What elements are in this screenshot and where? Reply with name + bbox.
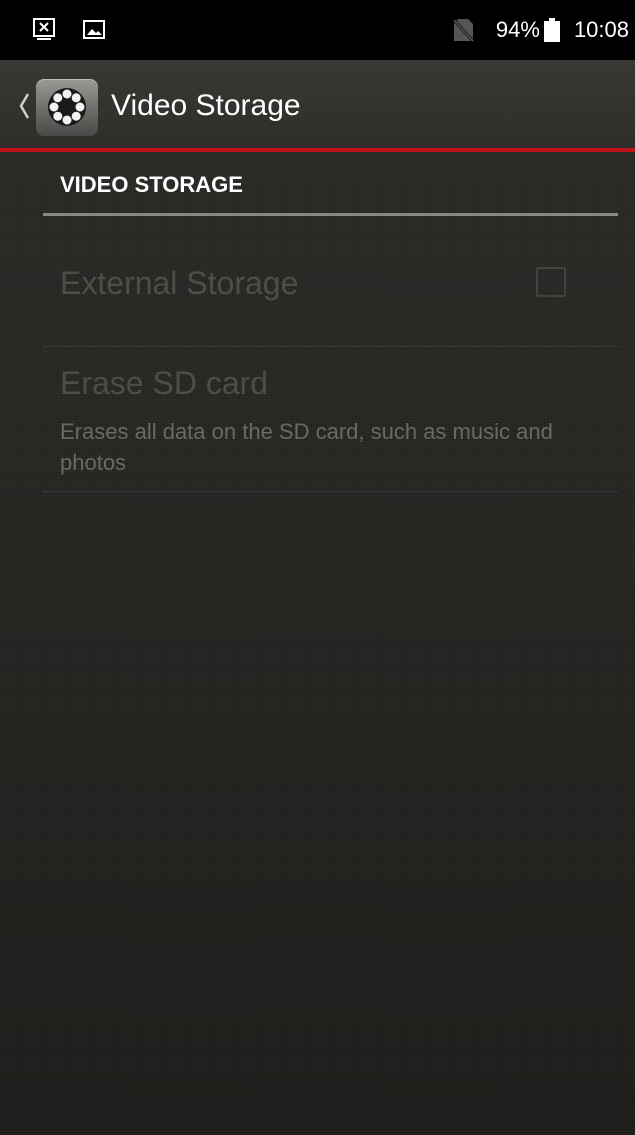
row-divider bbox=[43, 491, 618, 492]
settings-gear-icon[interactable] bbox=[36, 79, 98, 136]
screen: 94% 10:08 Video Storage VIDEO STORAGE Ex… bbox=[0, 0, 635, 1135]
battery-percentage: 94% bbox=[495, 17, 540, 42]
pref-title: Erase SD card bbox=[60, 365, 269, 401]
external-storage-checkbox[interactable] bbox=[536, 267, 566, 297]
action-bar-accent-line bbox=[0, 148, 635, 152]
pref-erase-sd-card[interactable]: Erase SD card Erases all data on the SD … bbox=[43, 347, 618, 491]
no-sim-icon bbox=[452, 18, 474, 42]
chevron-left-icon[interactable] bbox=[18, 92, 30, 120]
pref-external-storage[interactable]: External Storage bbox=[43, 216, 618, 346]
pref-title: External Storage bbox=[60, 265, 299, 301]
battery-icon bbox=[543, 18, 560, 42]
image-icon bbox=[83, 20, 105, 39]
status-bar: 94% 10:08 bbox=[0, 0, 635, 60]
pref-summary: Erases all data on the SD card, such as … bbox=[60, 419, 553, 475]
gear-icon bbox=[48, 88, 86, 126]
clock: 10:08 bbox=[573, 17, 629, 42]
action-bar-title: Video Storage bbox=[111, 89, 301, 122]
status-right: 94% 10:08 bbox=[452, 0, 629, 60]
section-header: VIDEO STORAGE bbox=[60, 172, 243, 197]
screenshot-icon bbox=[33, 18, 55, 40]
